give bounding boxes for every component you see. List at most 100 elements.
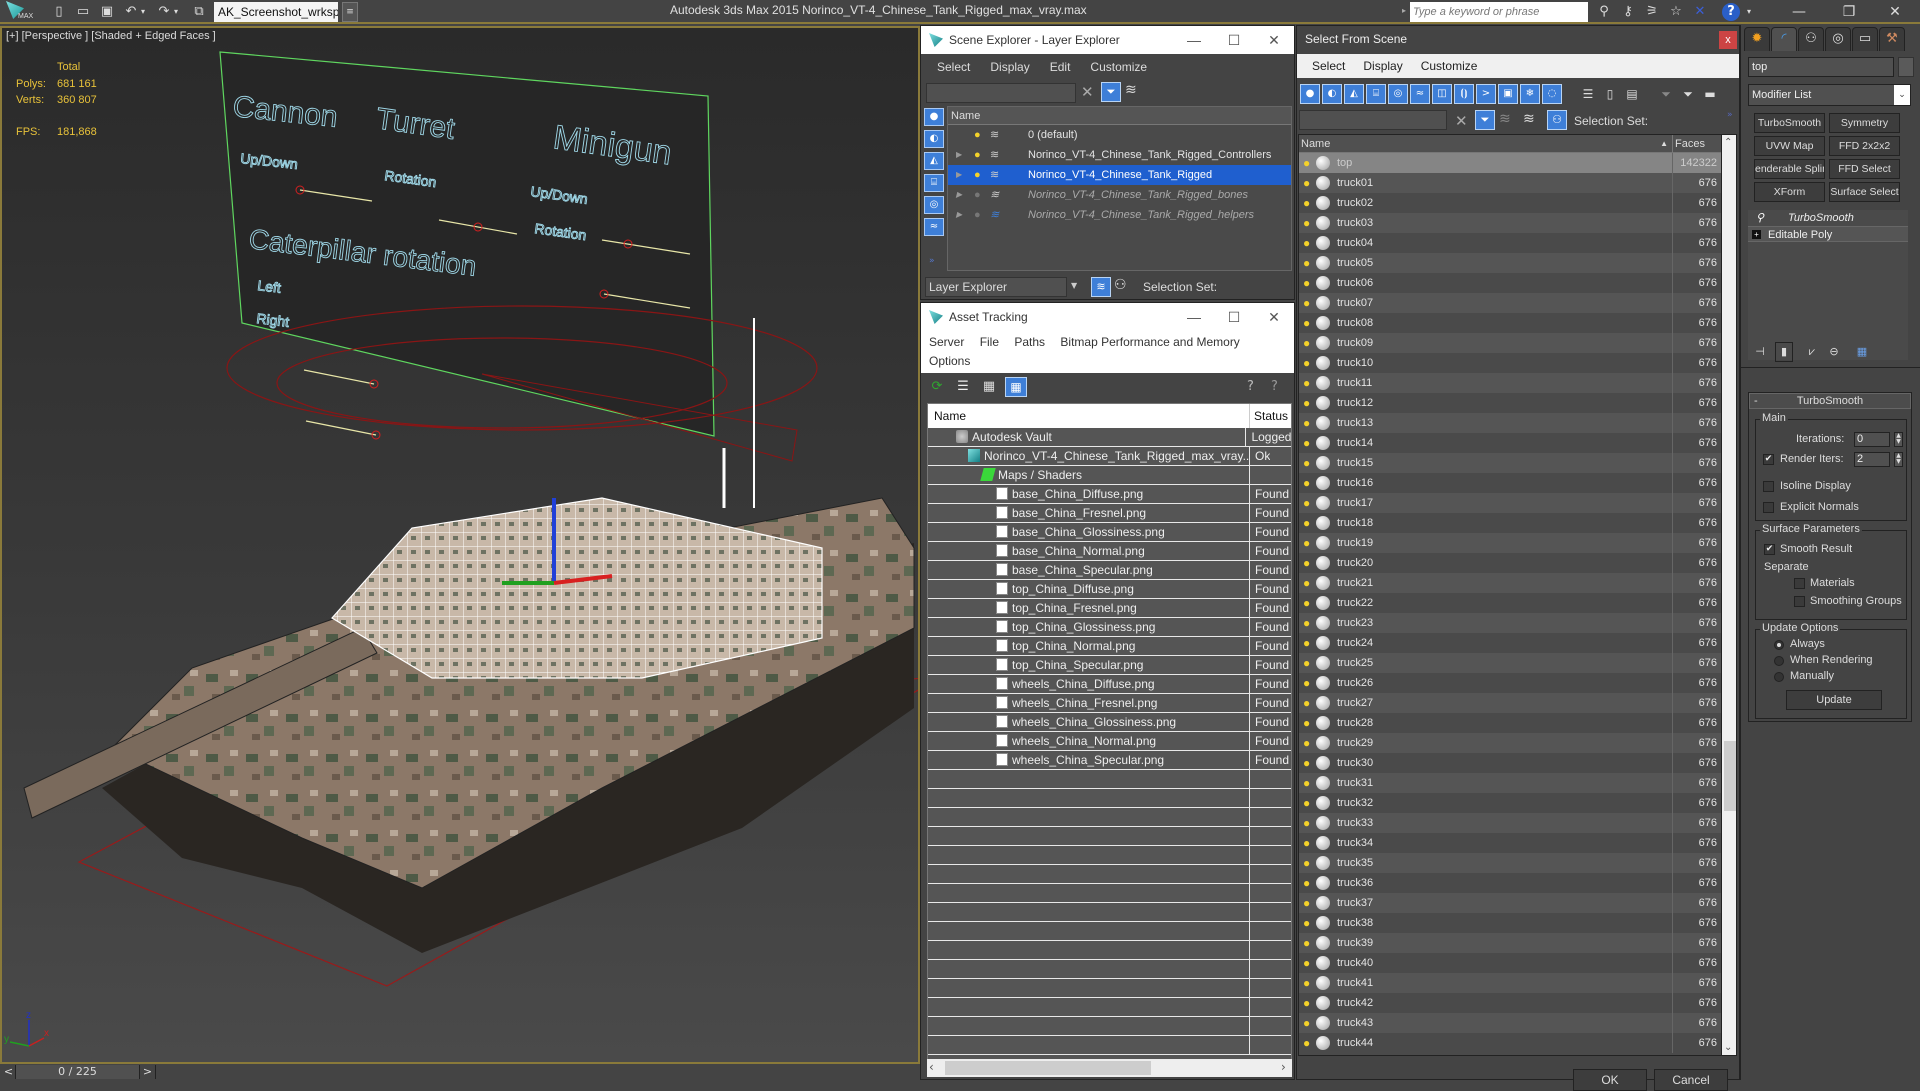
object-row[interactable]: ● truck35 676 <box>1299 853 1721 873</box>
bulb-icon[interactable]: ● <box>1303 353 1310 373</box>
object-row[interactable]: ● truck23 676 <box>1299 613 1721 633</box>
bulb-icon[interactable]: ● <box>1303 673 1310 693</box>
star-icon[interactable]: ☆ <box>1666 3 1686 21</box>
object-row[interactable]: ● truck12 676 <box>1299 393 1721 413</box>
asset-row[interactable]: wheels_China_Glossiness.png Found <box>928 713 1291 732</box>
object-row[interactable]: ● truck28 676 <box>1299 713 1721 733</box>
bulb-icon[interactable]: ● <box>1303 793 1310 813</box>
asset-row[interactable]: Norinco_VT-4_Chinese_Tank_Rigged_max_vra… <box>928 447 1291 466</box>
asset-row[interactable]: base_China_Glossiness.png Found <box>928 523 1291 542</box>
render-iters-spinner-arrows[interactable]: ▲ ▼ <box>1894 452 1903 467</box>
bulb-icon[interactable]: ● <box>974 125 981 145</box>
bulb-icon[interactable]: ● <box>1303 713 1310 733</box>
scrollbar-thumb[interactable] <box>1724 740 1736 811</box>
bulb-icon[interactable]: ● <box>1303 833 1310 853</box>
scroll-right-icon[interactable]: › <box>1281 1060 1286 1074</box>
bulb-icon[interactable]: ● <box>1303 433 1310 453</box>
bulb-icon[interactable]: ● <box>1303 313 1310 333</box>
filter-options-icon[interactable]: ⏷ <box>1679 84 1697 104</box>
object-row[interactable]: ● truck32 676 <box>1299 793 1721 813</box>
satellite-icon[interactable]: ⚞ <box>1642 3 1662 21</box>
bulb-icon[interactable]: ● <box>1303 733 1310 753</box>
layer-row[interactable]: ▶ ● ≋ Norinco_VT-4_Chinese_Tank_Rigged_b… <box>948 185 1291 205</box>
display-groups-icon[interactable]: ◫ <box>1432 84 1452 104</box>
modifier-button-ffd-select[interactable]: FFD Select <box>1829 159 1900 179</box>
asset-row[interactable]: top_China_Normal.png Found <box>928 637 1291 656</box>
bulb-icon[interactable]: ● <box>1303 473 1310 493</box>
object-row[interactable]: ● truck20 676 <box>1299 553 1721 573</box>
object-row[interactable]: ● truck37 676 <box>1299 893 1721 913</box>
bulb-icon[interactable]: ● <box>1303 753 1310 773</box>
object-row[interactable]: ● truck42 676 <box>1299 993 1721 1013</box>
menu-edit[interactable]: Edit <box>1040 54 1081 80</box>
bulb-icon[interactable]: ● <box>1303 533 1310 553</box>
asset-row[interactable]: base_China_Normal.png Found <box>928 542 1291 561</box>
asset-row[interactable]: wheels_China_Normal.png Found <box>928 732 1291 751</box>
display-containers-icon[interactable]: ▣ <box>1498 84 1518 104</box>
hierarchy-icon[interactable]: ⚇ <box>1547 110 1567 130</box>
render-iters-spinner[interactable]: 2 <box>1854 452 1890 467</box>
object-row[interactable]: ● truck04 676 <box>1299 233 1721 253</box>
display-xrefs-icon[interactable]: ⦗⦘ <box>1454 84 1474 104</box>
menu-customize[interactable]: Customize <box>1412 54 1487 78</box>
object-row[interactable]: ● truck33 676 <box>1299 813 1721 833</box>
customize-quick-access-icon[interactable]: ≡ <box>342 2 358 22</box>
remove-modifier-icon[interactable]: ⊖ <box>1825 343 1843 361</box>
bulb-icon[interactable]: ● <box>1303 233 1310 253</box>
smoothing-groups-checkbox[interactable] <box>1794 596 1805 607</box>
expand-icon[interactable]: ▶ <box>956 145 962 165</box>
close-button[interactable]: ✕ <box>1254 303 1294 331</box>
object-row[interactable]: ● truck11 676 <box>1299 373 1721 393</box>
display-tab-icon[interactable]: ▭ <box>1852 27 1878 51</box>
asset-row[interactable]: base_China_Specular.png Found <box>928 561 1291 580</box>
column-header-name[interactable]: Name ▲ <box>1299 135 1673 152</box>
object-row[interactable]: ● truck26 676 <box>1299 673 1721 693</box>
bulb-icon[interactable]: ● <box>1303 493 1310 513</box>
object-row[interactable]: ● truck19 676 <box>1299 533 1721 553</box>
display-geometry-icon[interactable]: ● <box>924 108 944 126</box>
menu-display[interactable]: Display <box>980 54 1039 80</box>
make-unique-icon[interactable]: ⩗ <box>1803 343 1821 361</box>
object-row[interactable]: ● truck03 676 <box>1299 213 1721 233</box>
update-always-radio[interactable] <box>1774 640 1784 650</box>
restore-button[interactable]: ❐ <box>1826 1 1872 23</box>
layer-row[interactable]: ▶ ● ≋ Norinco_VT-4_Chinese_Tank_Rigged <box>948 165 1291 185</box>
iterations-spinner-arrows[interactable]: ▲ ▼ <box>1894 432 1903 447</box>
bulb-icon[interactable]: ● <box>1303 1013 1310 1033</box>
filter-select-icon[interactable]: ⏷ <box>1475 110 1495 130</box>
object-row[interactable]: ● truck43 676 <box>1299 1013 1721 1033</box>
key-icon[interactable]: ⚷ <box>1618 3 1638 21</box>
asset-row[interactable]: base_China_Diffuse.png Found <box>928 485 1291 504</box>
asset-row[interactable]: wheels_China_Diffuse.png Found <box>928 675 1291 694</box>
scene-explorer-titlebar[interactable]: Scene Explorer - Layer Explorer — ☐ ✕ <box>921 26 1294 54</box>
filter-icon[interactable]: ⏷ <box>1101 82 1121 102</box>
explicit-normals-checkbox[interactable] <box>1763 502 1774 513</box>
object-row[interactable]: ● truck02 676 <box>1299 193 1721 213</box>
vault-login-icon[interactable]: ? <box>1247 379 1254 394</box>
object-row[interactable]: ● truck09 676 <box>1299 333 1721 353</box>
create-tab-icon[interactable]: ✹ <box>1744 27 1770 51</box>
modifier-button-symmetry[interactable]: Symmetry <box>1829 113 1900 133</box>
asset-row[interactable]: top_China_Glossiness.png Found <box>928 618 1291 637</box>
bulb-icon[interactable]: ● <box>1303 813 1310 833</box>
display-frozen-icon[interactable]: ❄ <box>1520 84 1540 104</box>
bulb-icon[interactable]: ● <box>1303 453 1310 473</box>
bulb-icon[interactable]: ● <box>1303 573 1310 593</box>
sort-by-layer-icon[interactable]: ≋ <box>1523 111 1535 127</box>
bulb-icon[interactable]: ● <box>1303 293 1310 313</box>
bulb-icon[interactable]: ● <box>1303 513 1310 533</box>
layer-row[interactable]: ▶ ● ≋ Norinco_VT-4_Chinese_Tank_Rigged_h… <box>948 205 1291 225</box>
bulb-icon[interactable]: ● <box>1303 253 1310 273</box>
render-iters-checkbox[interactable]: ✔ <box>1763 454 1774 465</box>
display-lights-icon[interactable]: ◭ <box>1344 84 1364 104</box>
display-spacewarps-icon[interactable]: ≈ <box>924 218 944 236</box>
bulb-icon[interactable]: ● <box>1303 993 1310 1013</box>
minimize-button[interactable]: — <box>1776 1 1822 23</box>
object-row[interactable]: ● truck17 676 <box>1299 493 1721 513</box>
object-row[interactable]: ● truck34 676 <box>1299 833 1721 853</box>
isoline-display-checkbox[interactable] <box>1763 481 1774 492</box>
scrollbar-thumb[interactable] <box>945 1061 1151 1075</box>
layer-add-icon[interactable]: ≋ <box>1125 82 1137 98</box>
app-menu-button[interactable]: MAX <box>4 1 42 23</box>
asset-row[interactable]: top_China_Fresnel.png Found <box>928 599 1291 618</box>
